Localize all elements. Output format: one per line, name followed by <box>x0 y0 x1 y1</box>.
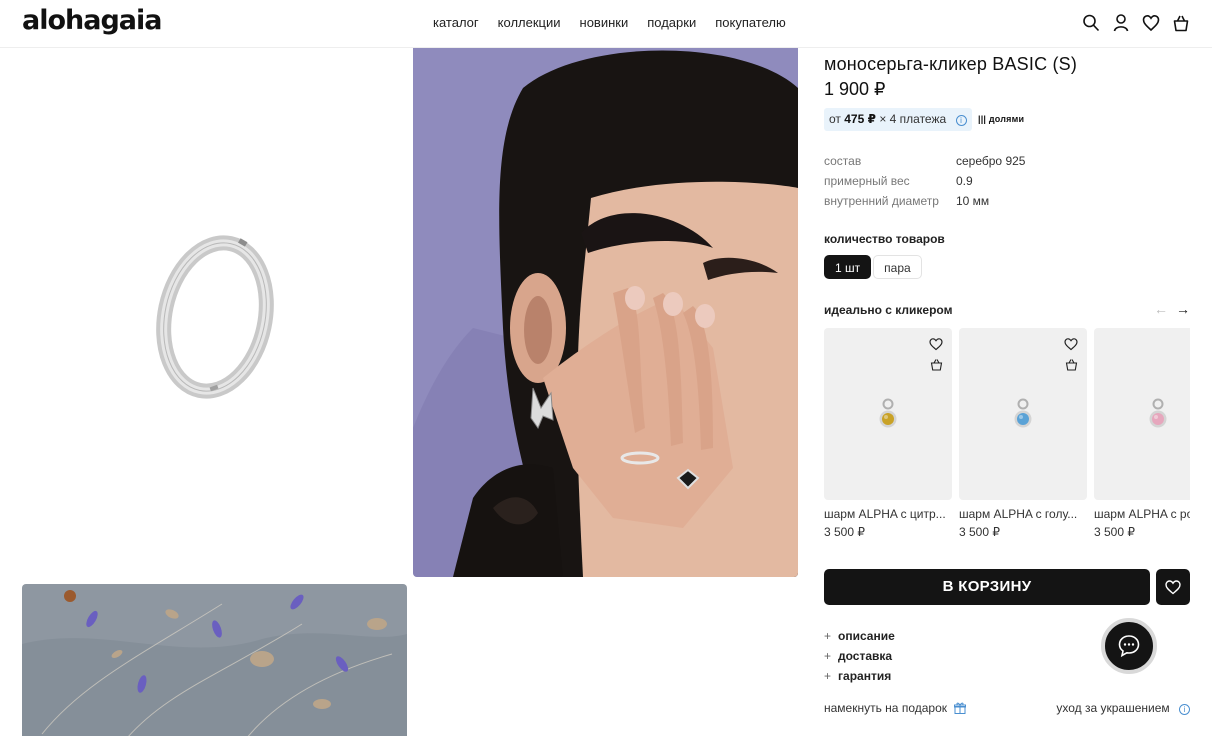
charm-image <box>1014 398 1032 428</box>
related-card-name: шарм ALPHA с голу... <box>959 507 1078 521</box>
heart-icon[interactable] <box>1142 13 1160 33</box>
accordion-label: описание <box>838 629 895 643</box>
nav-item-collections[interactable]: коллекции <box>498 15 561 30</box>
bag-icon[interactable] <box>930 358 943 371</box>
accordion-label: доставка <box>838 649 893 663</box>
bag-icon[interactable] <box>1172 13 1190 33</box>
related-card-image[interactable] <box>959 328 1087 500</box>
charm-stone <box>882 413 894 425</box>
related-card-name: шарм ALPHA с ро <box>1094 507 1190 521</box>
accordion-item-warranty[interactable]: + гарантия <box>824 668 895 688</box>
brand-logo[interactable]: alohagaia <box>22 5 162 36</box>
installment-suffix: × 4 платежа <box>879 112 947 126</box>
heart-icon[interactable] <box>929 337 943 351</box>
spec-value: 10 мм <box>956 194 990 208</box>
related-card-image[interactable] <box>824 328 952 500</box>
chat-icon <box>1118 635 1140 658</box>
spec-value: серебро 925 <box>956 154 1026 168</box>
header-icons <box>1082 13 1190 33</box>
nav-item-catalog[interactable]: каталог <box>433 15 479 30</box>
related-card-image[interactable] <box>1094 328 1190 500</box>
product-image-model[interactable] <box>413 48 798 577</box>
chat-button[interactable] <box>1101 618 1157 674</box>
dolyami-logo: ||| долями <box>978 114 1024 124</box>
installment-prefix: от <box>829 112 841 126</box>
product-image-flowers[interactable] <box>22 584 407 736</box>
product-accordion: + описание + доставка + гарантия <box>824 628 895 688</box>
accordion-item-description[interactable]: + описание <box>824 628 895 648</box>
product-specs: состав серебро 925 примерный вес 0.9 вну… <box>824 153 1025 213</box>
related-card-price: 3 500 ₽ <box>1094 525 1135 539</box>
related-arrows: ← → <box>1154 301 1190 317</box>
related-card[interactable]: шарм ALPHA с ро 3 500 ₽ <box>1094 328 1190 539</box>
gift-hint-label: намекнуть на подарок <box>824 701 947 715</box>
related-heading: идеально с кликером <box>824 303 953 317</box>
gift-hint-link[interactable]: намекнуть на подарок <box>824 701 967 715</box>
charm-image <box>879 398 897 428</box>
spec-row: примерный вес 0.9 <box>824 173 1025 193</box>
jewelry-care-link[interactable]: уход за украшением i <box>1056 701 1190 715</box>
related-card[interactable]: шарм ALPHA с цитр... 3 500 ₽ <box>824 328 952 539</box>
heart-icon <box>1165 580 1181 595</box>
charm-stone <box>1152 413 1164 425</box>
product-image-main[interactable] <box>22 48 406 576</box>
nav-item-customers[interactable]: покупателю <box>715 15 786 30</box>
product-price: 1 900 ₽ <box>824 79 886 99</box>
installment-badge[interactable]: от 475 ₽ × 4 платежа i <box>824 108 972 131</box>
related-card[interactable]: шарм ALPHA с голу... 3 500 ₽ <box>959 328 1087 539</box>
info-icon: i <box>1179 704 1190 715</box>
spec-label: состав <box>824 154 862 168</box>
search-icon[interactable] <box>1082 13 1100 33</box>
info-icon[interactable]: i <box>955 115 967 126</box>
nav-item-new[interactable]: новинки <box>580 15 629 30</box>
spec-value: 0.9 <box>956 174 973 188</box>
gift-icon <box>954 702 967 714</box>
quantity-options: 1 шт пара <box>824 255 922 279</box>
main-nav: каталог коллекции новинки подарки покупа… <box>433 15 786 30</box>
related-carousel: шарм ALPHA с цитр... 3 500 ₽ шарм ALPHA … <box>824 328 1190 544</box>
accordion-item-delivery[interactable]: + доставка <box>824 648 895 668</box>
nav-item-gifts[interactable]: подарки <box>647 15 696 30</box>
user-icon[interactable] <box>1112 13 1130 33</box>
bag-icon[interactable] <box>1065 358 1078 371</box>
heart-icon[interactable] <box>1064 337 1078 351</box>
related-card-name: шарм ALPHA с цитр... <box>824 507 946 521</box>
charm-stone <box>1017 413 1029 425</box>
spec-label: внутренний диаметр <box>824 194 939 208</box>
accordion-label: гарантия <box>838 669 892 683</box>
quantity-heading: количество товаров <box>824 232 945 246</box>
spec-label: примерный вес <box>824 174 910 188</box>
add-to-cart-button[interactable]: В КОРЗИНУ <box>824 569 1150 605</box>
quantity-option-pair[interactable]: пара <box>873 255 922 279</box>
spec-row: состав серебро 925 <box>824 153 1025 173</box>
plus-icon: + <box>824 629 832 643</box>
site-header: alohagaia каталог коллекции новинки пода… <box>0 0 1212 48</box>
plus-icon: + <box>824 669 832 683</box>
dolyami-bars-icon: ||| <box>978 114 987 124</box>
related-card-price: 3 500 ₽ <box>824 525 865 539</box>
arrow-left-icon[interactable]: ← <box>1154 301 1168 317</box>
plus-icon: + <box>824 649 832 663</box>
charm-image <box>1149 398 1167 428</box>
quantity-option-single[interactable]: 1 шт <box>824 255 872 279</box>
arrow-right-icon[interactable]: → <box>1176 301 1190 317</box>
product-title: моносерьга-кликер BASIC (S) <box>824 54 1078 74</box>
spec-row: внутренний диаметр 10 мм <box>824 193 1025 213</box>
care-label: уход за украшением <box>1056 701 1170 715</box>
dolyami-label: долями <box>988 114 1025 124</box>
installment-amount: 475 ₽ <box>844 112 876 126</box>
wishlist-button[interactable] <box>1156 569 1190 605</box>
related-card-price: 3 500 ₽ <box>959 525 1000 539</box>
